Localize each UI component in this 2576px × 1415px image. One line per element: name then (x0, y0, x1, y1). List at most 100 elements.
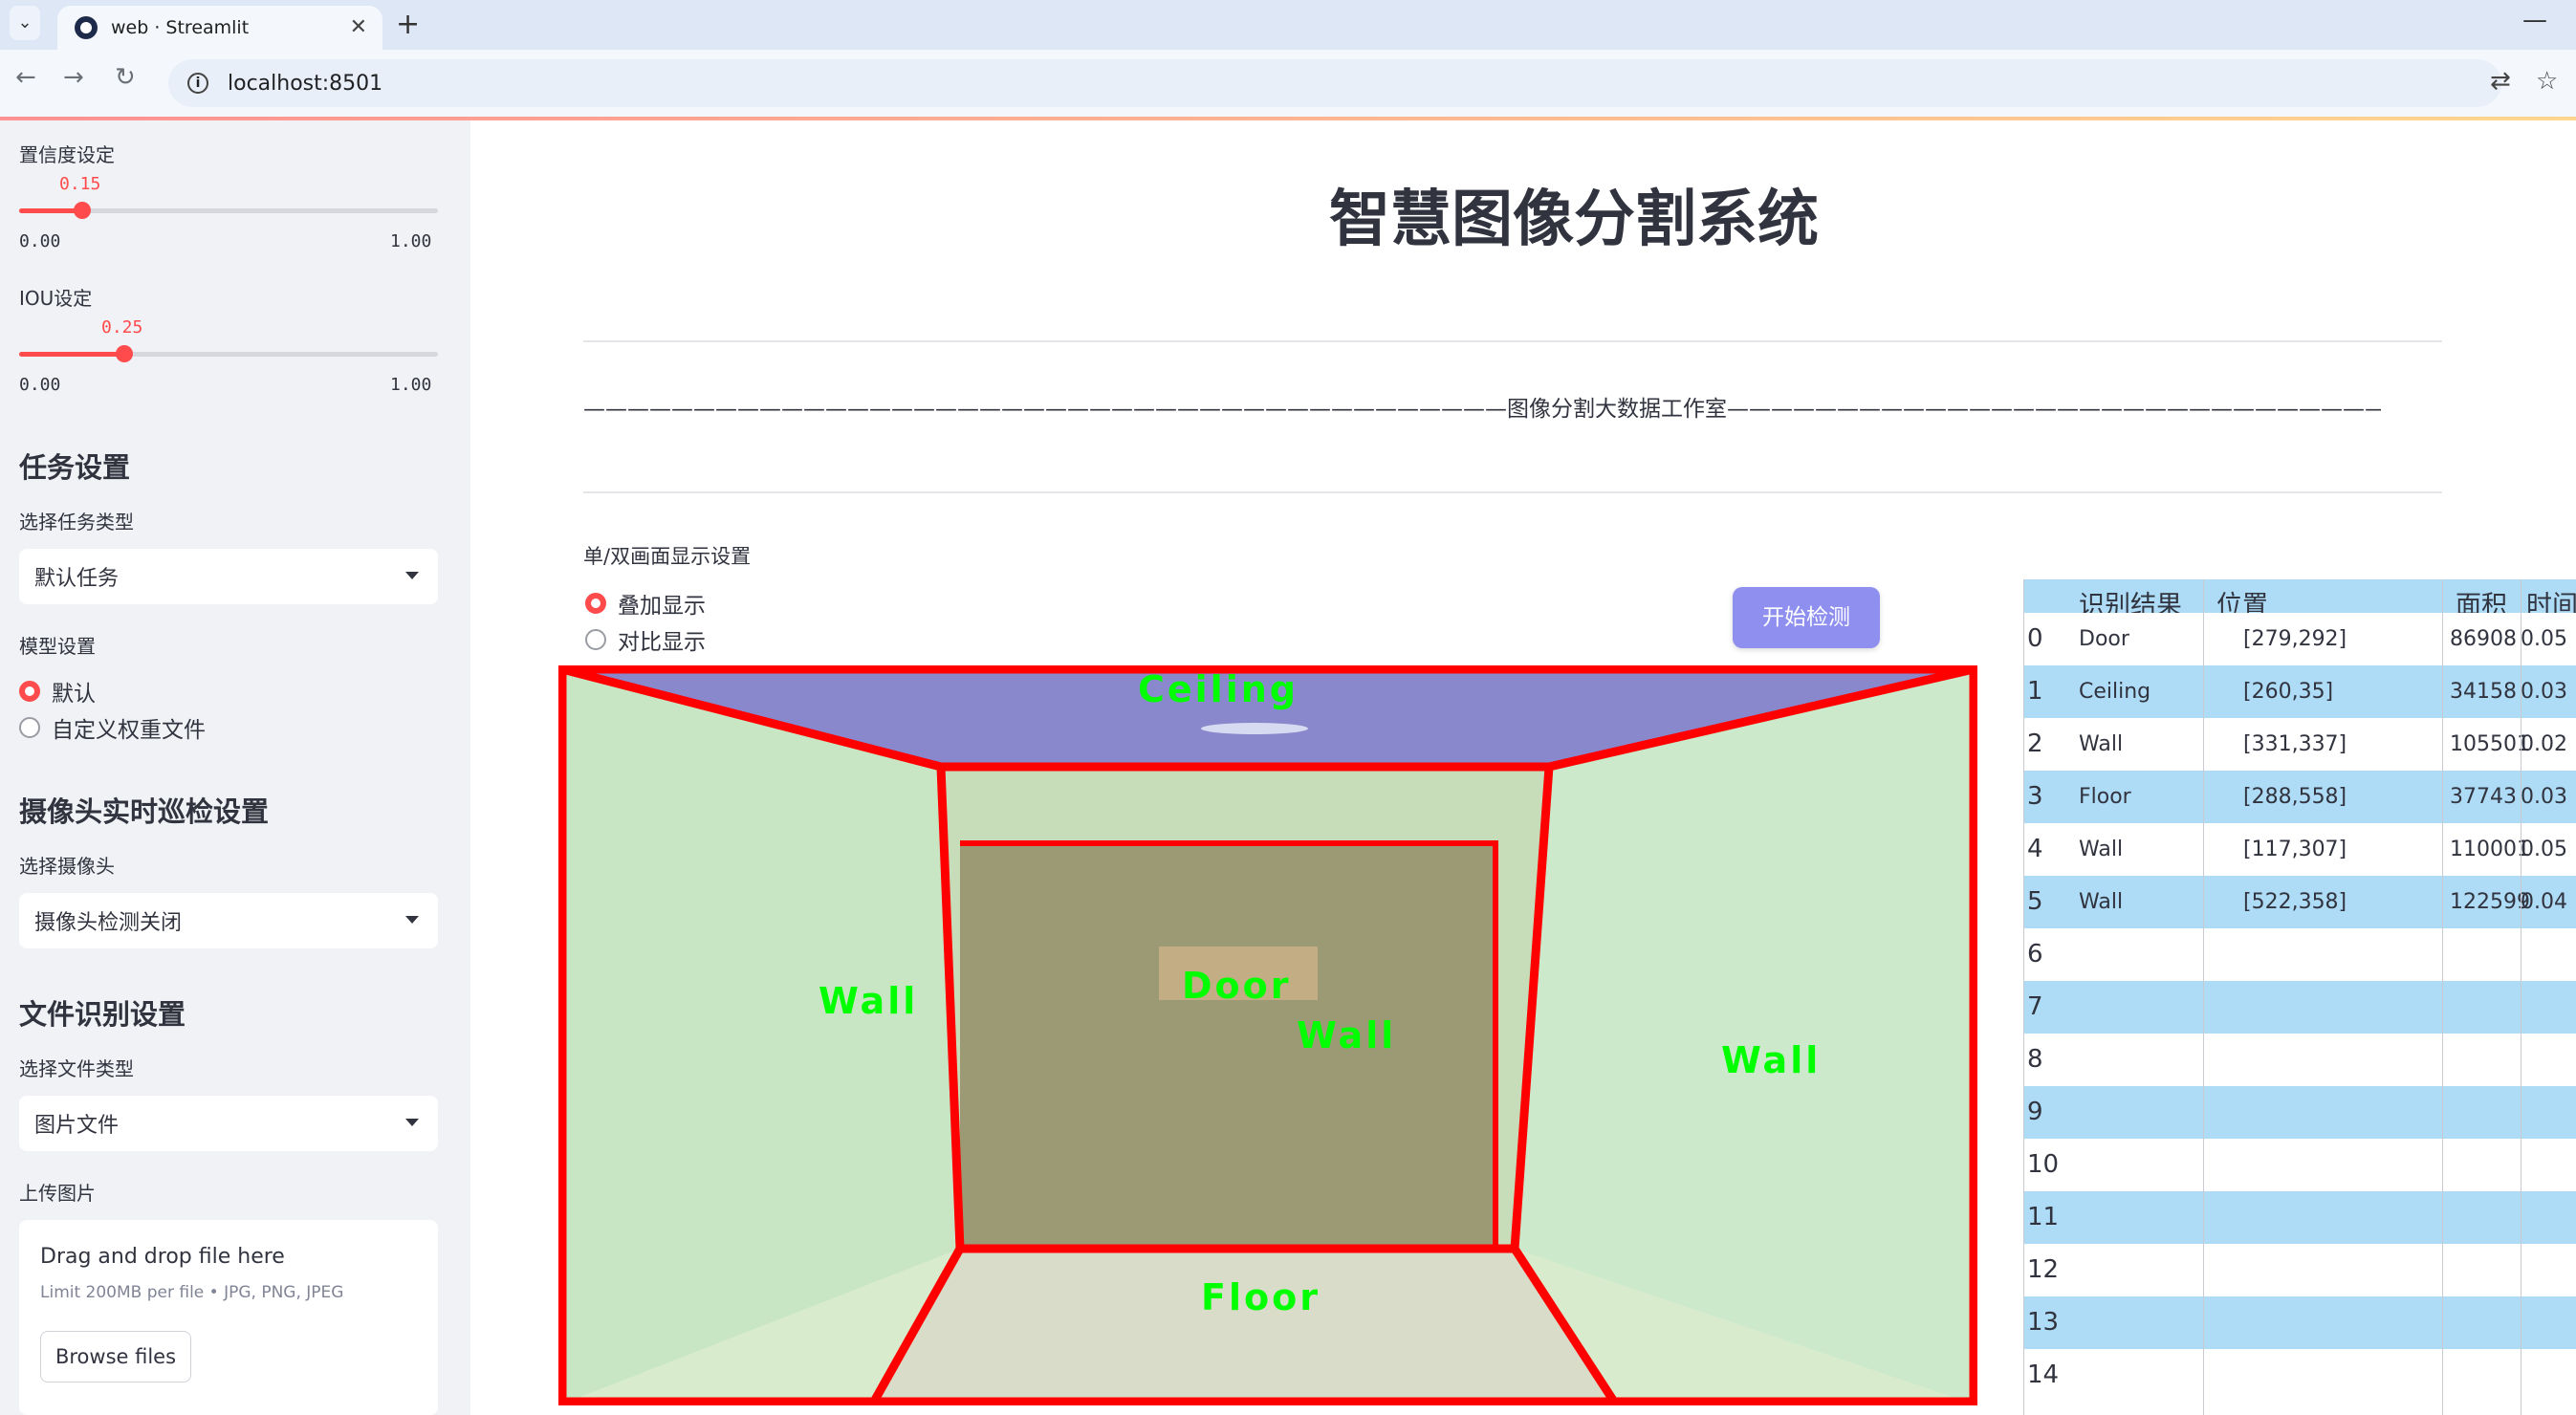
cell-position: [260,35] (2243, 680, 2334, 704)
reload-icon[interactable]: ↻ (115, 63, 136, 92)
radio-selected-icon (19, 681, 40, 702)
table-row[interactable]: 2 Wall [331,337] 105501 0.02 (2023, 718, 2576, 771)
radio-unselected-icon (19, 717, 40, 738)
radio-selected-icon (585, 593, 606, 614)
display-option-compare[interactable]: 对比显示 (585, 623, 706, 656)
results-table[interactable]: 识别结果 位置 面积 时间 0 Door [279,292] 86908 0.05 1 Ceilin… (2023, 579, 2576, 1415)
address-bar[interactable]: i localhost:8501 (168, 59, 2501, 107)
segmentation-result-image: Ceiling Wall Door Wall Wall Floor (558, 665, 1977, 1405)
table-row[interactable]: 0 Door [279,292] 86908 0.05 (2023, 613, 2576, 665)
new-tab-icon[interactable]: + (396, 8, 420, 41)
table-column-divider (2023, 579, 2024, 1415)
confidence-slider[interactable] (19, 202, 438, 219)
model-option-label: 自定义权重文件 (52, 718, 206, 743)
cell-time: 0.04 (2521, 890, 2567, 914)
iou-max: 1.00 (390, 375, 432, 395)
door-mask (960, 843, 1495, 1245)
task-type-value: 默认任务 (34, 567, 120, 591)
radio-unselected-icon (585, 629, 606, 650)
camera-settings-heading: 摄像头实时巡检设置 (19, 795, 270, 828)
table-row[interactable]: 13 (2023, 1296, 2576, 1349)
row-index: 10 (2027, 1150, 2060, 1179)
cell-result: Door (2079, 627, 2129, 651)
minimize-window-icon[interactable]: — (2522, 6, 2547, 34)
table-row[interactable]: 14 (2023, 1349, 2576, 1402)
row-index: 3 (2027, 782, 2043, 811)
task-type-select[interactable]: 默认任务 (19, 549, 438, 604)
cell-area: 34158 (2450, 680, 2517, 704)
site-info-icon[interactable]: i (187, 73, 208, 94)
cell-position: [288,558] (2243, 785, 2347, 809)
row-index: 6 (2027, 940, 2043, 969)
start-detection-button[interactable]: 开始检测 (1733, 587, 1880, 648)
iou-slider-thumb[interactable] (116, 345, 133, 362)
row-index: 4 (2027, 835, 2043, 863)
label-wall-right: Wall (1721, 1039, 1821, 1081)
table-row[interactable]: 12 (2023, 1244, 2576, 1296)
row-index: 12 (2027, 1255, 2060, 1284)
forward-icon[interactable]: → (63, 63, 84, 92)
file-uploader-dropzone[interactable]: Drag and drop file here Limit 200MB per … (19, 1220, 438, 1415)
cell-position: [522,358] (2243, 890, 2347, 914)
table-row[interactable]: 6 (2023, 928, 2576, 981)
cell-area: 105501 (2450, 732, 2530, 756)
chevron-down-icon (405, 916, 419, 924)
camera-select[interactable]: 摄像头检测关闭 (19, 893, 438, 948)
iou-value: 0.25 (101, 317, 143, 337)
cell-result: Wall (2079, 838, 2124, 861)
upload-dropzone-title: Drag and drop file here (40, 1245, 285, 1269)
table-row[interactable]: 5 Wall [522,358] 122599 0.04 (2023, 876, 2576, 928)
iou-slider[interactable] (19, 345, 438, 362)
table-row[interactable]: 8 (2023, 1034, 2576, 1086)
row-index: 1 (2027, 677, 2043, 706)
table-row[interactable]: 11 (2023, 1191, 2576, 1244)
tab-title: web · Streamlit (111, 17, 250, 38)
table-row[interactable]: 10 (2023, 1139, 2576, 1191)
back-icon[interactable]: ← (15, 63, 36, 92)
label-wall-left: Wall (819, 980, 918, 1022)
label-wall-center: Wall (1297, 1014, 1396, 1056)
browser-tab[interactable]: web · Streamlit ✕ (57, 6, 382, 50)
studio-banner: ————————————————————————————————————————… (583, 390, 2381, 423)
iou-slider-fill (19, 352, 124, 357)
table-row[interactable]: 1 Ceiling [260,35] 34158 0.03 (2023, 665, 2576, 718)
table-row[interactable]: 4 Wall [117,307] 110001 0.05 (2023, 823, 2576, 876)
table-row[interactable]: 7 (2023, 981, 2576, 1034)
bookmark-star-icon[interactable]: ☆ (2536, 67, 2558, 96)
segmentation-overlay: Ceiling Wall Door Wall Wall Floor (558, 665, 1977, 1405)
row-index: 7 (2027, 992, 2043, 1021)
ceiling-light (1201, 723, 1308, 734)
url-text: localhost:8501 (228, 71, 383, 96)
upload-image-label: 上传图片 (19, 1182, 96, 1205)
row-index: 13 (2027, 1308, 2060, 1337)
cell-position: [117,307] (2243, 838, 2347, 861)
iou-label: IOU设定 (19, 287, 93, 310)
display-option-label: 对比显示 (618, 630, 706, 655)
iou-min: 0.00 (19, 375, 61, 395)
camera-select-value: 摄像头检测关闭 (34, 911, 183, 935)
display-option-overlay[interactable]: 叠加显示 (585, 587, 706, 620)
cell-time: 0.05 (2521, 627, 2567, 651)
file-type-select[interactable]: 图片文件 (19, 1096, 438, 1151)
task-settings-heading: 任务设置 (19, 451, 131, 484)
close-tab-icon[interactable]: ✕ (350, 15, 367, 39)
table-row[interactable]: 9 (2023, 1086, 2576, 1139)
confidence-min: 0.00 (19, 231, 61, 251)
confidence-max: 1.00 (390, 231, 432, 251)
tab-search-dropdown-icon[interactable]: ⌄ (10, 6, 40, 40)
translate-icon[interactable]: ⇄ (2490, 67, 2511, 96)
table-row[interactable]: 3 Floor [288,558] 37743 0.03 (2023, 771, 2576, 823)
cell-time: 0.05 (2521, 838, 2567, 861)
cell-area: 37743 (2450, 785, 2517, 809)
streamlit-favicon-icon (75, 16, 98, 39)
confidence-label: 置信度设定 (19, 143, 115, 166)
model-option-custom-weights[interactable]: 自定义权重文件 (19, 711, 206, 744)
model-option-default[interactable]: 默认 (19, 675, 96, 708)
browse-files-button[interactable]: Browse files (40, 1331, 191, 1382)
cell-area: 110001 (2450, 838, 2530, 861)
table-column-divider (2203, 579, 2204, 1415)
label-ceiling: Ceiling (1138, 668, 1299, 710)
confidence-slider-thumb[interactable] (74, 202, 91, 219)
row-index: 11 (2027, 1203, 2060, 1231)
row-index: 0 (2027, 624, 2043, 653)
